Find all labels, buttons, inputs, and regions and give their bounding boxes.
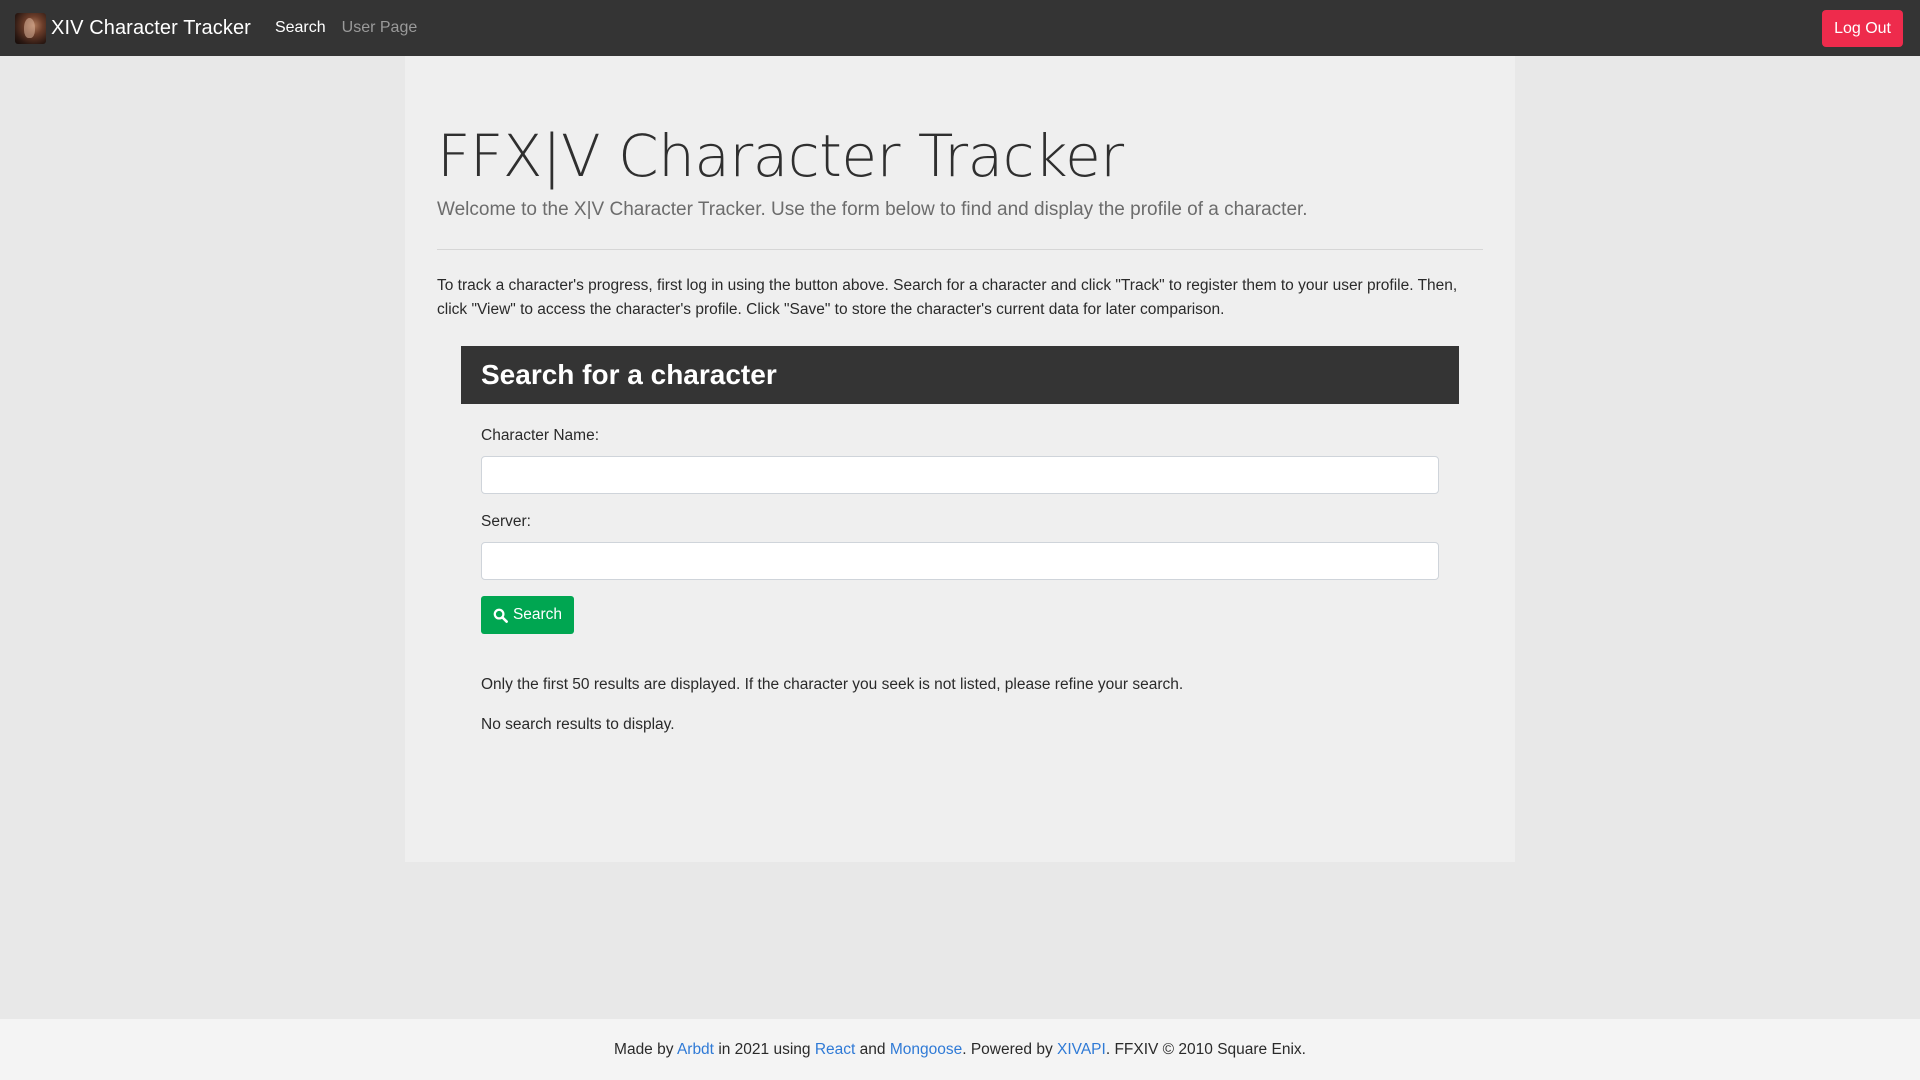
brand-logo-image bbox=[15, 12, 46, 44]
server-label: Server: bbox=[481, 513, 531, 530]
character-name-label: Character Name: bbox=[481, 427, 600, 444]
intro-line: To track a character's progress, first l… bbox=[437, 277, 1458, 294]
page-footer: Made by Arbdt in 2021 using React and Mo… bbox=[0, 1019, 1920, 1080]
server-input[interactable] bbox=[481, 542, 1439, 580]
footer-text: and bbox=[859, 1041, 886, 1058]
search-button-label: Search bbox=[512, 606, 563, 623]
main-container: FFX|V Character Tracker Welcome to the X… bbox=[405, 56, 1515, 862]
page-title: FFX|V Character Tracker bbox=[437, 122, 1124, 190]
no-results-message: No search results to display. bbox=[481, 716, 675, 733]
divider bbox=[437, 249, 1483, 250]
footer-link-mongoose[interactable]: Mongoose bbox=[890, 1041, 962, 1058]
footer-link-author[interactable]: Arbdt bbox=[677, 1041, 714, 1058]
footer-copyright: . FFXIV © 2010 Square Enix. bbox=[1105, 1041, 1306, 1058]
top-navbar: XIV Character Tracker Search User Page L… bbox=[0, 0, 1920, 56]
page-lead: Welcome to the X|V Character Tracker. Us… bbox=[437, 199, 1308, 220]
search-section-header: Search for a character bbox=[461, 346, 1459, 404]
footer-text: Made by bbox=[614, 1041, 674, 1058]
logout-button[interactable]: Log Out bbox=[1822, 10, 1903, 47]
footer-link-xivapi[interactable]: XIVAPI bbox=[1057, 1041, 1106, 1058]
footer-text: . Powered by bbox=[962, 1041, 1053, 1058]
character-name-input[interactable] bbox=[481, 456, 1439, 494]
nav-link-user-page[interactable]: User Page bbox=[342, 19, 418, 37]
footer-link-react[interactable]: React bbox=[815, 1041, 856, 1058]
intro-text: To track a character's progress, first l… bbox=[437, 274, 1487, 322]
search-icon bbox=[493, 608, 508, 623]
results-limit-note: Only the first 50 results are displayed.… bbox=[481, 676, 1184, 693]
brand-link[interactable]: XIV Character Tracker bbox=[15, 12, 251, 44]
brand-title: XIV Character Tracker bbox=[51, 16, 251, 39]
footer-text: in 2021 using bbox=[718, 1041, 811, 1058]
nav-link-search[interactable]: Search bbox=[275, 19, 326, 37]
search-button[interactable]: Search bbox=[481, 596, 574, 634]
intro-line: click "View" to access the character's p… bbox=[437, 301, 1225, 318]
